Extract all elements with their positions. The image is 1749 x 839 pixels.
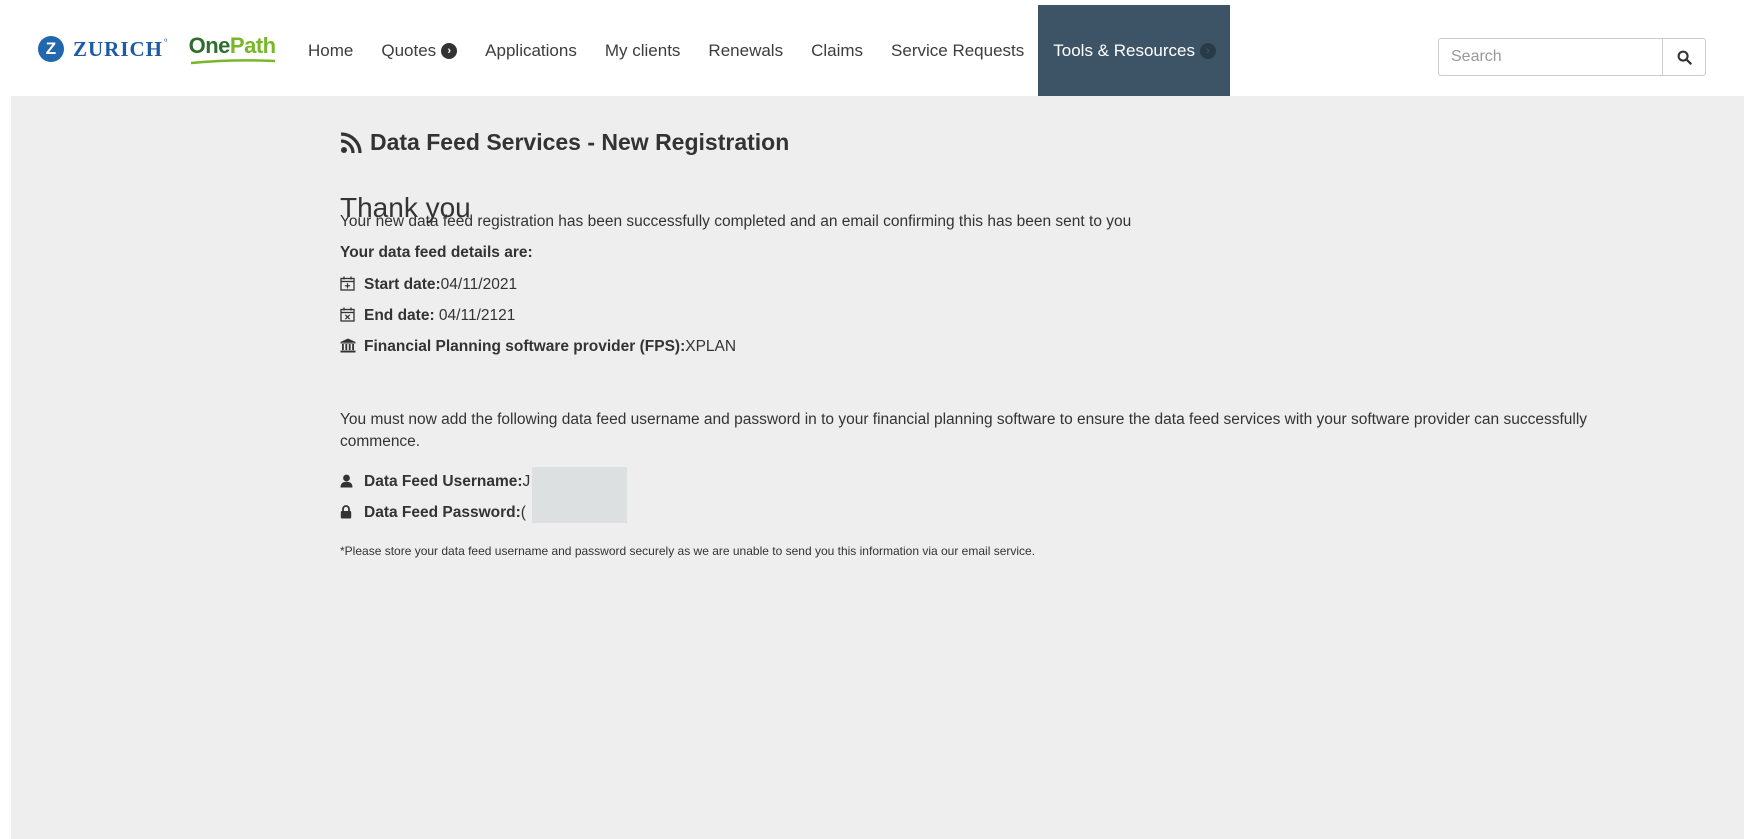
page-title: Data Feed Services - New Registration (340, 129, 789, 156)
password-row: Data Feed Password:( (340, 504, 526, 524)
onepath-swoosh-icon (190, 59, 275, 65)
nav-service-requests-label: Service Requests (891, 40, 1025, 60)
nav-claims-label: Claims (811, 40, 864, 60)
username-label: Data Feed Username: (364, 473, 523, 490)
zurich-wordmark: ZURICH° (73, 36, 169, 61)
user-icon (340, 474, 356, 493)
search-input[interactable] (1438, 38, 1662, 76)
redacted-credentials-block (532, 467, 627, 523)
search-button[interactable] (1662, 38, 1706, 76)
fps-label: Financial Planning software provider (FP… (364, 338, 686, 355)
details-heading: Your data feed details are: (340, 244, 533, 261)
fps-value: XPLAN (685, 338, 737, 355)
bank-icon (340, 338, 356, 358)
start-date-row: Start date:04/11/2021 (340, 276, 517, 296)
chevron-right-circle-icon: › (1200, 42, 1216, 59)
end-date-row: End date: 04/11/2121 (340, 307, 515, 327)
nav-my-clients-label: My clients (604, 40, 681, 60)
security-note: *Please store your data feed username an… (340, 544, 1036, 558)
end-date-label: End date: (364, 307, 435, 324)
onepath-logo[interactable]: OnePath (188, 33, 276, 65)
nav-applications-label: Applications (485, 40, 577, 60)
top-navbar: Z ZURICH° OnePath Home Quotes › Applicati… (0, 5, 1749, 96)
end-date-value: 04/11/2121 (434, 307, 516, 324)
onepath-one-text: One (188, 33, 231, 58)
password-label: Data Feed Password: (364, 504, 521, 521)
nav-service-requests[interactable]: Service Requests (877, 5, 1038, 96)
search-icon (1677, 50, 1692, 65)
nav-applications[interactable]: Applications (471, 5, 591, 96)
nav-tools-resources-label: Tools & Resources (1053, 40, 1195, 60)
onepath-path-text: Path (229, 33, 276, 58)
nav-renewals-label: Renewals (708, 40, 784, 60)
nav-my-clients[interactable]: My clients (591, 5, 695, 96)
nav-quotes-label: Quotes (381, 40, 437, 60)
chevron-right-circle-icon: › (441, 42, 458, 59)
password-value: ( (520, 504, 526, 521)
calendar-plus-icon (340, 276, 356, 296)
username-row: Data Feed Username:J (340, 473, 530, 493)
nav-quotes[interactable]: Quotes › (367, 5, 471, 96)
zurich-logo[interactable]: Z ZURICH° (38, 36, 169, 62)
start-date-value: 04/11/2021 (440, 276, 518, 293)
nav-home[interactable]: Home (294, 5, 367, 96)
success-message: Your new data feed registration has been… (340, 213, 1132, 230)
nav-tools-resources[interactable]: Tools & Resources › (1038, 5, 1230, 96)
start-date-label: Start date: (364, 276, 441, 293)
brand-logos[interactable]: Z ZURICH° OnePath (38, 29, 276, 69)
rss-icon (340, 131, 362, 153)
page-title-text: Data Feed Services - New Registration (370, 129, 790, 155)
search-box (1438, 38, 1706, 76)
zurich-z-icon: Z (38, 36, 64, 62)
calendar-times-icon (340, 307, 356, 327)
fps-row: Financial Planning software provider (FP… (340, 338, 736, 358)
instructions-text: You must now add the following data feed… (340, 411, 1588, 450)
lock-icon (340, 505, 356, 524)
nav-claims[interactable]: Claims (797, 5, 877, 96)
main-content: Data Feed Services - New Registration Th… (11, 96, 1744, 839)
nav-renewals[interactable]: Renewals (694, 5, 797, 96)
main-nav: Home Quotes › Applications My clients Ren… (294, 5, 1230, 96)
username-value: J (522, 473, 531, 490)
nav-home-label: Home (308, 40, 354, 60)
